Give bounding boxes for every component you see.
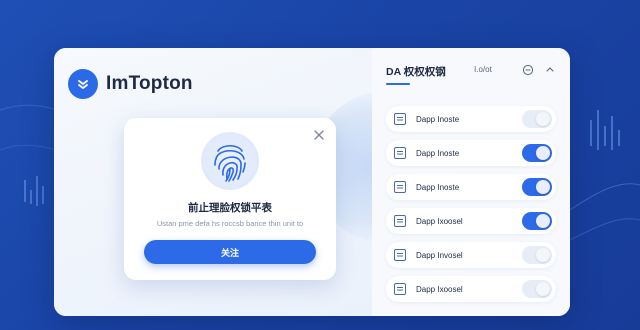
toggle-knob [536, 282, 550, 296]
info-circle-icon[interactable] [522, 63, 534, 76]
window-icon [394, 181, 406, 193]
permission-toggle[interactable] [522, 280, 552, 298]
expand-icon[interactable] [544, 63, 556, 75]
close-icon[interactable] [312, 128, 326, 142]
permissions-panel: DA 权权权钢 I.o/ot Dapp Inoste Dapp Inoste D… [372, 48, 570, 316]
shield-check-icon [68, 69, 98, 99]
brand: ImTopton [68, 69, 193, 99]
left-pane: ImTopton 前止理脸权锁平表 Ustan pme defa hs rocc… [54, 48, 452, 316]
toggle-knob [536, 112, 550, 126]
brand-name: ImTopton [106, 73, 193, 94]
permission-toggle[interactable] [522, 110, 552, 128]
permission-toggle[interactable] [522, 144, 552, 162]
toggle-knob [536, 214, 550, 228]
dialog-description: Ustan pme defa hs roccsb bance thin unit… [156, 219, 304, 228]
permission-row: Dapp Inoste [386, 140, 556, 166]
panel-subtitle: I.o/ot [474, 65, 492, 74]
toggle-knob [536, 248, 550, 262]
toggle-knob [536, 146, 550, 160]
permission-toggle[interactable] [522, 212, 552, 230]
window-icon [394, 249, 406, 261]
panel-header: DA 权权权钢 I.o/ot [372, 48, 570, 88]
permission-row: Dapp Inoste [386, 106, 556, 132]
checklist-icon [394, 113, 406, 125]
fingerprint-dialog: 前止理脸权锁平表 Ustan pme defa hs roccsb bance … [124, 118, 336, 280]
permission-label: Dapp Inoste [416, 114, 460, 124]
permission-toggle[interactable] [522, 178, 552, 196]
permission-row: Dapp Ixoosel [386, 208, 556, 234]
permission-label: Dapp Ixoosel [416, 284, 463, 294]
app-window: ImTopton 前止理脸权锁平表 Ustan pme defa hs rocc… [54, 48, 570, 316]
fingerprint-badge [201, 132, 259, 190]
fingerprint-icon [214, 144, 246, 182]
dialog-title: 前止理脸权锁平表 [188, 202, 272, 214]
permission-label: Dapp Inoste [416, 148, 460, 158]
permission-row: Dapp Invosel [386, 242, 556, 268]
permission-label: Dapp Ixoosel [416, 216, 463, 226]
permission-label: Dapp Inoste [416, 182, 460, 192]
permission-row: Dapp Inoste [386, 174, 556, 200]
permission-label: Dapp Invosel [416, 250, 463, 260]
permission-row: Dapp Ixoosel [386, 276, 556, 302]
toggle-knob [536, 180, 550, 194]
tab-underline [386, 83, 410, 85]
panel-title[interactable]: DA 权权权钢 [386, 64, 446, 79]
confirm-button[interactable]: 关注 [144, 240, 316, 264]
permission-toggle[interactable] [522, 246, 552, 264]
file-icon [394, 283, 406, 295]
card-icon [394, 215, 406, 227]
document-icon [394, 147, 406, 159]
